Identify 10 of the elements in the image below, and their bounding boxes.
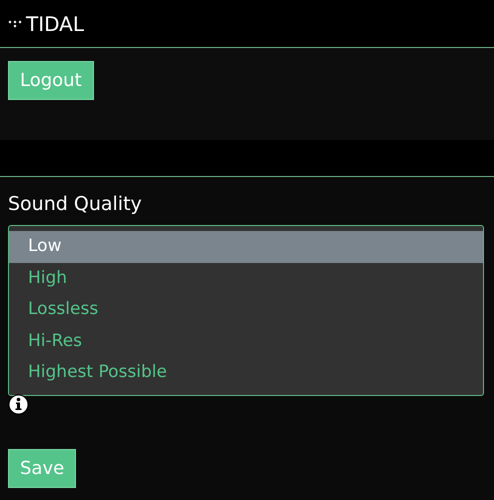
list-option[interactable]: High (9, 262, 483, 294)
list-option[interactable]: Highest Possible (9, 357, 483, 388)
app-title: TIDAL (26, 12, 84, 36)
list-option[interactable]: Low (9, 231, 483, 262)
info-icon[interactable] (8, 394, 29, 414)
list-option[interactable]: Lossless (9, 294, 483, 326)
quality-listbox[interactable]: Low High Lossless Hi-Res Highest Possible (8, 225, 484, 396)
field-label: Sound Quality (8, 192, 142, 217)
list-option[interactable]: Hi-Res (9, 326, 483, 357)
logo-icon (8, 18, 22, 28)
